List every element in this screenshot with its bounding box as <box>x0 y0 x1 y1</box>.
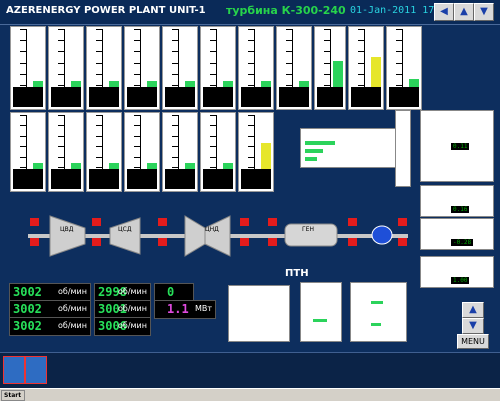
vibration-panel <box>300 128 400 168</box>
up-arrow-icon: ▲ <box>469 304 477 315</box>
bottom-status-strip <box>0 352 500 389</box>
vertical-gauge <box>200 26 236 110</box>
scroll-down-button[interactable]: ▼ <box>462 318 484 334</box>
bearing-marker <box>30 238 39 246</box>
speed-readout-6: 3006 об/мин <box>94 317 151 336</box>
vertical-gauge <box>276 26 312 110</box>
nav-back-button[interactable]: ◀ <box>434 3 454 21</box>
vertical-gauge <box>10 26 46 110</box>
readout-1: 0.11 <box>451 143 470 150</box>
vertical-gauge <box>48 112 84 192</box>
turbine-diagram <box>49 215 393 257</box>
bearing-marker <box>158 238 167 246</box>
down-arrow-icon: ▼ <box>480 6 488 17</box>
bearing-marker <box>30 218 39 226</box>
bearing-marker <box>240 238 249 246</box>
vertical-gauge <box>162 26 198 110</box>
bearing-marker <box>92 218 101 226</box>
left-arrow-icon: ◀ <box>440 6 448 17</box>
vertical-gauge <box>86 112 122 192</box>
vertical-gauge <box>86 26 122 110</box>
mini-chart-1[interactable] <box>3 356 25 384</box>
level-panel-2 <box>300 282 342 342</box>
vertical-gauge-small <box>395 110 411 187</box>
bearing-marker <box>268 218 277 226</box>
vertical-gauge <box>124 26 160 110</box>
expansion-panel-1: 0.16 <box>420 185 494 217</box>
readout-4: 1.00 <box>451 277 470 284</box>
vertical-gauge <box>238 26 274 110</box>
taskbar <box>0 388 500 401</box>
vertical-gauge <box>314 26 346 110</box>
generator-label: ГЕН <box>302 226 314 233</box>
ip-cylinder-label: ЦСД <box>118 226 132 233</box>
speed-readout-3: 3002 об/мин <box>9 317 91 336</box>
axial-shift-panel: 0.11 <box>420 110 494 182</box>
turbine-title: турбина К-300-240 <box>226 4 346 17</box>
vertical-gauge <box>200 112 236 192</box>
level-panel-3 <box>350 282 407 342</box>
vertical-gauge <box>48 26 84 110</box>
down-arrow-icon: ▼ <box>469 320 477 331</box>
vertical-gauge <box>238 112 274 192</box>
bearing-marker <box>398 238 407 246</box>
bearing-marker <box>92 238 101 246</box>
bearing-marker <box>398 218 407 226</box>
vertical-gauge <box>386 26 422 110</box>
bearing-marker <box>348 238 357 246</box>
vertical-gauge <box>10 112 46 192</box>
bearing-marker <box>240 218 249 226</box>
vertical-gauge <box>348 26 384 110</box>
scroll-up-button[interactable]: ▲ <box>462 302 484 318</box>
expansion-panel-2: -0.28 <box>420 218 494 250</box>
bearing-marker <box>158 218 167 226</box>
pump-label: ПТН <box>285 268 309 279</box>
start-button[interactable]: Start <box>1 390 25 401</box>
plant-title: AZERENERGY POWER PLANT UNIT-1 <box>6 5 206 16</box>
vertical-gauge <box>162 112 198 192</box>
bearing-marker <box>348 218 357 226</box>
bearing-marker <box>268 238 277 246</box>
level-panel-1 <box>228 285 290 342</box>
readout-2: 0.16 <box>451 206 470 213</box>
power-readout: 1.1 МВт <box>154 300 216 319</box>
nav-up-button[interactable]: ▲ <box>454 3 474 21</box>
readout-3: -0.28 <box>451 239 474 246</box>
mini-chart-2[interactable] <box>25 356 47 384</box>
menu-button[interactable]: MENU <box>457 334 489 349</box>
expansion-panel-3: 1.00 <box>420 256 494 288</box>
up-arrow-icon: ▲ <box>460 6 468 17</box>
vertical-gauge <box>124 112 160 192</box>
nav-down-button[interactable]: ▼ <box>474 3 494 21</box>
hp-cylinder-label: ЦВД <box>60 226 74 233</box>
lp-cylinder-label: ЦНД <box>205 226 219 233</box>
